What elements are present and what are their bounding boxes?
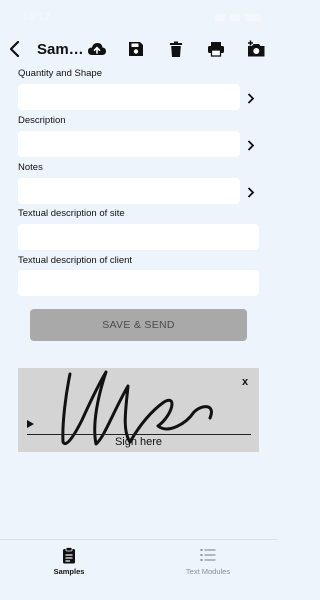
back-icon[interactable] (4, 38, 26, 60)
description-field[interactable] (18, 131, 240, 157)
print-icon[interactable] (206, 39, 226, 59)
cloud-upload-icon[interactable] (87, 39, 107, 59)
toolbar: Sam… (0, 34, 277, 64)
delete-icon[interactable] (166, 39, 186, 59)
notes-field[interactable] (18, 178, 240, 204)
add-photo-icon[interactable] (246, 39, 266, 59)
client-description-field[interactable] (18, 270, 259, 296)
site-description-field[interactable] (18, 224, 259, 250)
field-label-description: Description (18, 115, 66, 126)
clear-signature-button[interactable]: x (242, 376, 248, 388)
bottom-tab-bar: Samples Text Modules (0, 539, 277, 600)
field-label-site: Textual description of site (18, 208, 125, 219)
sign-here-label: Sign here (114, 436, 163, 448)
field-label-quantity: Quantity and Shape (18, 68, 102, 79)
page-title: Sam… (37, 41, 84, 58)
status-icons (215, 13, 261, 21)
signal-icon (215, 13, 225, 21)
status-time: 16:12 (22, 11, 51, 23)
quantity-field[interactable] (18, 84, 240, 110)
field-label-notes: Notes (18, 162, 43, 173)
chevron-right-icon[interactable] (244, 138, 258, 152)
signature-pad[interactable]: x Sign here (18, 368, 259, 452)
save-icon[interactable] (126, 39, 146, 59)
tab-label: Text Modules (185, 567, 231, 576)
tab-label: Samples (53, 567, 85, 576)
chevron-right-icon[interactable] (244, 185, 258, 199)
battery-icon (245, 13, 261, 21)
clipboard-icon (60, 546, 78, 564)
wifi-icon (230, 13, 240, 21)
tab-text-modules[interactable]: Text Modules (139, 546, 277, 586)
tab-samples[interactable]: Samples (0, 546, 138, 586)
save-send-button[interactable]: SAVE & SEND (30, 309, 247, 341)
sign-marker-icon (27, 420, 34, 428)
signature-line (27, 434, 251, 435)
field-label-client: Textual description of client (18, 255, 133, 266)
list-icon (199, 546, 217, 564)
status-bar: 16:12 (0, 0, 277, 34)
chevron-right-icon[interactable] (244, 91, 258, 105)
